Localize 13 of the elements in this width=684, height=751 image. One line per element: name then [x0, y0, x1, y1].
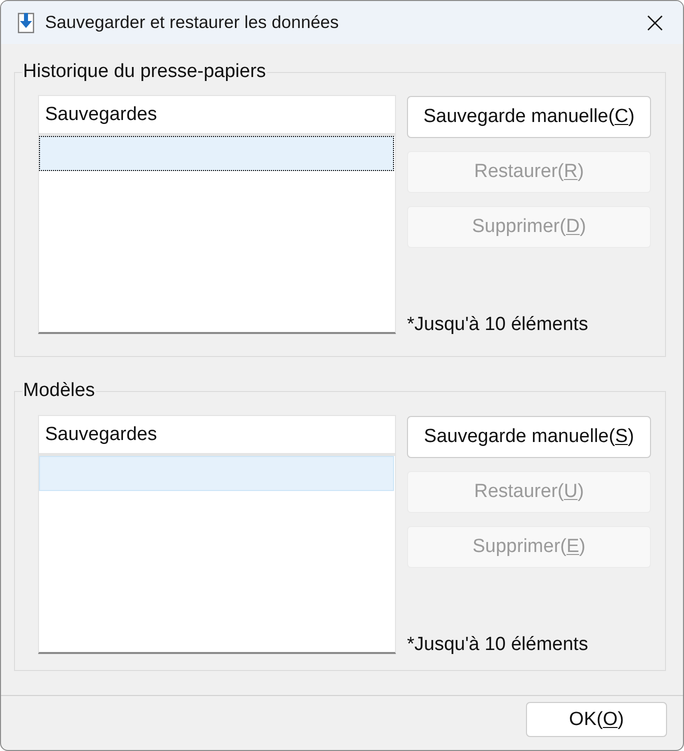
- ok-button[interactable]: OK(O): [526, 702, 667, 737]
- column-header[interactable]: Sauvegardes: [45, 104, 157, 126]
- group-title: Historique du presse-papiers: [22, 60, 267, 84]
- window-title: Sauvegarder et restaurer les données: [45, 12, 339, 33]
- manual-save-button[interactable]: Sauvegarde manuelle(C): [407, 96, 651, 138]
- column-header[interactable]: Sauvegardes: [45, 424, 157, 446]
- document-download-icon: [17, 12, 35, 34]
- list-row[interactable]: [39, 136, 394, 171]
- group-title: Modèles: [22, 379, 96, 403]
- close-icon: [647, 14, 663, 30]
- limit-note: *Jusqu'à 10 éléments: [407, 314, 590, 336]
- manual-save-button[interactable]: Sauvegarde manuelle(S): [407, 416, 651, 458]
- limit-note: *Jusqu'à 10 éléments: [407, 634, 590, 656]
